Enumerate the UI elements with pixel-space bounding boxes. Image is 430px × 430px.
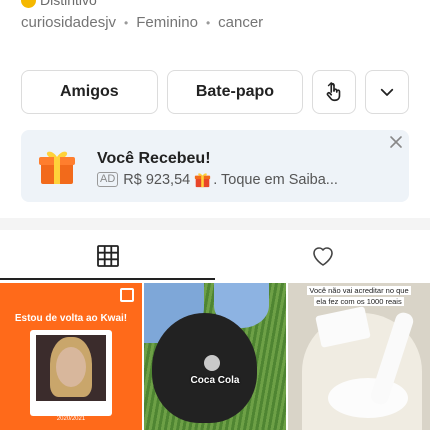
section-divider xyxy=(0,218,430,230)
promo-subtitle: AD R$ 923,54 . Toque em Saiba... xyxy=(97,171,338,188)
gift-icon xyxy=(39,151,75,184)
ad-tag: AD xyxy=(97,172,119,187)
promo-amount: R$ 923,54 xyxy=(123,171,191,188)
separator-dot: • xyxy=(124,15,129,30)
share-button[interactable] xyxy=(312,70,357,114)
posts-grid: Estou de volta ao Kwai! @Curiosidades 20… xyxy=(0,283,430,430)
grid-icon xyxy=(96,245,119,267)
tab-grid[interactable] xyxy=(0,230,215,282)
milk-shape xyxy=(328,378,408,418)
promo-cta: . Toque em Saiba... xyxy=(213,171,338,188)
gift-icon xyxy=(195,173,211,188)
profile-actions: Amigos Bate-papo xyxy=(21,70,409,114)
tab-likes[interactable] xyxy=(215,230,430,282)
more-button[interactable] xyxy=(365,70,409,114)
share-hand-icon xyxy=(326,82,341,102)
profile-tabs xyxy=(0,230,430,282)
post-caption: Coca Cola xyxy=(190,375,240,386)
post-photo xyxy=(36,335,106,401)
post-caption: Você não vai acreditar no que ela fez co… xyxy=(292,285,426,307)
friends-button[interactable]: Amigos xyxy=(21,70,158,114)
spoon-shape xyxy=(204,355,220,371)
post-date: 2020/2021 xyxy=(56,416,86,422)
promo-banner[interactable]: Você Recebeu! AD R$ 923,54 . Toque em Sa… xyxy=(21,130,409,202)
heart-icon xyxy=(312,247,333,266)
promo-title: Você Recebeu! xyxy=(97,150,211,167)
separator-dot: • xyxy=(205,15,211,30)
post-thumbnail[interactable]: Você não vai acreditar no que ela fez co… xyxy=(288,283,430,430)
caption-line: Você não vai acreditar no que xyxy=(307,286,411,295)
avocado-shape xyxy=(152,313,257,423)
post-handle: @Curiosidades xyxy=(41,405,101,414)
gender: Feminino xyxy=(136,14,198,31)
photo-face xyxy=(56,347,86,387)
close-icon[interactable] xyxy=(389,135,403,149)
post-thumbnail[interactable]: Coca Cola xyxy=(144,283,286,430)
profile-meta: curiosidadesjv • Feminino • cancer xyxy=(21,14,420,31)
profile-badge: Distintivo xyxy=(21,0,97,10)
image-icon xyxy=(120,288,134,302)
active-tab-indicator xyxy=(0,278,215,280)
chat-button[interactable]: Bate-papo xyxy=(166,70,304,114)
chevron-down-icon xyxy=(380,88,394,96)
caption-line: ela fez com os 1000 reais xyxy=(314,297,404,306)
post-thumbnail[interactable]: Estou de volta ao Kwai! @Curiosidades 20… xyxy=(0,283,142,430)
badge-label: Distintivo xyxy=(40,0,97,8)
sign: cancer xyxy=(218,14,264,31)
username: curiosidadesjv xyxy=(21,14,117,31)
badge-icon xyxy=(21,0,36,8)
post-title: Estou de volta ao Kwai! xyxy=(14,313,128,324)
